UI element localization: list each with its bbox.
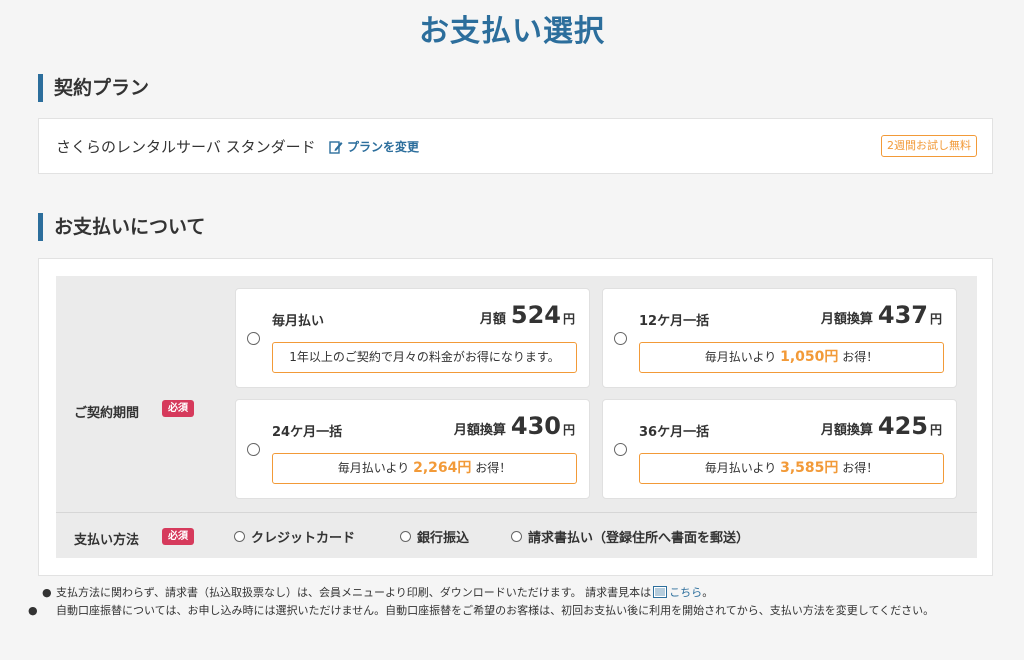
method-label: 銀行振込 [417, 531, 470, 546]
method-credit-card[interactable]: クレジットカード [234, 527, 355, 546]
note-suffix: お得！ [842, 350, 879, 364]
payment-method-row: 支払い方法 必須 クレジットカード 銀行振込 請求書払い（登録住所へ書面を郵送） [56, 512, 977, 558]
price-value: 437 [877, 301, 928, 329]
option-title: 36ケ月一括 [639, 425, 710, 440]
option-price: 月額換算 437 円 [821, 301, 942, 329]
radio-button[interactable] [400, 531, 411, 542]
price-value: 425 [877, 412, 928, 440]
payment-method-label: 支払い方法 [74, 533, 140, 548]
note-prefix: 毎月払いより [704, 461, 777, 475]
edit-icon [329, 140, 343, 154]
plan-box: さくらのレンタルサーバ スタンダード プランを変更 2週間お試し無料 [38, 118, 993, 174]
price-label: 月額換算 [820, 312, 873, 327]
required-badge: 必須 [162, 400, 194, 417]
note-auto-debit: ● 自動口座振替については、お申し込み時には選択いただけません。自動口座振替をご希… [28, 603, 997, 619]
payment-heading: お支払いについて [38, 213, 205, 241]
option-36-months[interactable]: 36ケ月一括 月額換算 425 円 毎月払いより 3,585円 お得！ [602, 399, 957, 499]
note-text: 1年以上のご契約で月々の料金がお得になります。 [289, 350, 560, 364]
radio-button[interactable] [234, 531, 245, 542]
note-prefix: 毎月払いより [704, 350, 777, 364]
change-plan-label: プランを変更 [347, 140, 420, 154]
price-label: 月額換算 [453, 423, 506, 438]
radio-button[interactable] [511, 531, 522, 542]
contract-plan-heading: 契約プラン [38, 74, 149, 102]
option-title: 12ケ月一括 [639, 314, 710, 329]
option-title: 24ケ月一括 [272, 425, 343, 440]
change-plan-link[interactable]: プランを変更 [329, 138, 419, 155]
contract-period-label: ご契約期間 [74, 406, 140, 421]
note-invoice-text: 支払方法に関わらず、請求書（払込取扱票なし）は、会員メニューより印刷、ダウンロー… [56, 586, 652, 599]
option-24-months[interactable]: 24ケ月一括 月額換算 430 円 毎月払いより 2,264円 お得！ [235, 399, 590, 499]
method-bank-transfer[interactable]: 銀行振込 [400, 527, 469, 546]
method-label: 請求書払い（登録住所へ書面を郵送） [528, 531, 750, 546]
option-title: 毎月払い [272, 314, 325, 329]
option-note: 毎月払いより 2,264円 お得！ [272, 453, 577, 484]
option-12-months[interactable]: 12ケ月一括 月額換算 437 円 毎月払いより 1,050円 お得！ [602, 288, 957, 388]
note-invoice: ● 支払方法に関わらず、請求書（払込取扱票なし）は、会員メニューより印刷、ダウンロ… [42, 585, 1002, 601]
trial-badge: 2週間お試し無料 [881, 135, 977, 157]
page-title: お支払い選択 [419, 14, 605, 49]
price-unit: 円 [929, 423, 942, 437]
price-label: 月額換算 [820, 423, 873, 438]
document-icon [653, 586, 668, 598]
price-unit: 円 [562, 312, 575, 326]
price-unit: 円 [562, 423, 575, 437]
note-auto-debit-text: 自動口座振替については、お申し込み時には選択いただけません。自動口座振替をご希望… [56, 604, 935, 617]
option-note: 毎月払いより 3,585円 お得！ [639, 453, 944, 484]
plan-name: さくらのレンタルサーバ スタンダード [56, 138, 316, 156]
option-price: 月額換算 430 円 [454, 412, 575, 440]
note-suffix: お得！ [842, 461, 879, 475]
price-value: 524 [510, 301, 561, 329]
method-label: クレジットカード [251, 531, 356, 546]
savings-amount: 3,585円 [780, 460, 839, 476]
radio-button[interactable] [247, 332, 260, 345]
savings-amount: 2,264円 [413, 460, 472, 476]
payment-box: ご契約期間 必須 毎月払い 月額 524 円 1年以上のご契約で月々の料金がお得… [38, 258, 993, 576]
price-label: 月額 [479, 312, 506, 327]
note-prefix: 毎月払いより [337, 461, 410, 475]
price-unit: 円 [929, 312, 942, 326]
bullet-icon: ● [28, 604, 38, 617]
price-value: 430 [510, 412, 561, 440]
option-price: 月額 524 円 [480, 301, 575, 329]
savings-amount: 1,050円 [780, 349, 839, 365]
option-monthly[interactable]: 毎月払い 月額 524 円 1年以上のご契約で月々の料金がお得になります。 [235, 288, 590, 388]
radio-button[interactable] [614, 332, 627, 345]
option-note: 毎月払いより 1,050円 お得！ [639, 342, 944, 373]
note-invoice-end: 。 [702, 586, 714, 599]
bullet-icon: ● [42, 586, 52, 599]
radio-button[interactable] [614, 443, 627, 456]
option-note: 1年以上のご契約で月々の料金がお得になります。 [272, 342, 577, 373]
invoice-sample-link[interactable]: こちら [669, 586, 702, 599]
required-badge: 必須 [162, 528, 194, 545]
option-price: 月額換算 425 円 [821, 412, 942, 440]
note-suffix: お得！ [475, 461, 512, 475]
payment-options-area: ご契約期間 必須 毎月払い 月額 524 円 1年以上のご契約で月々の料金がお得… [56, 276, 977, 558]
method-invoice[interactable]: 請求書払い（登録住所へ書面を郵送） [511, 527, 749, 546]
radio-button[interactable] [247, 443, 260, 456]
